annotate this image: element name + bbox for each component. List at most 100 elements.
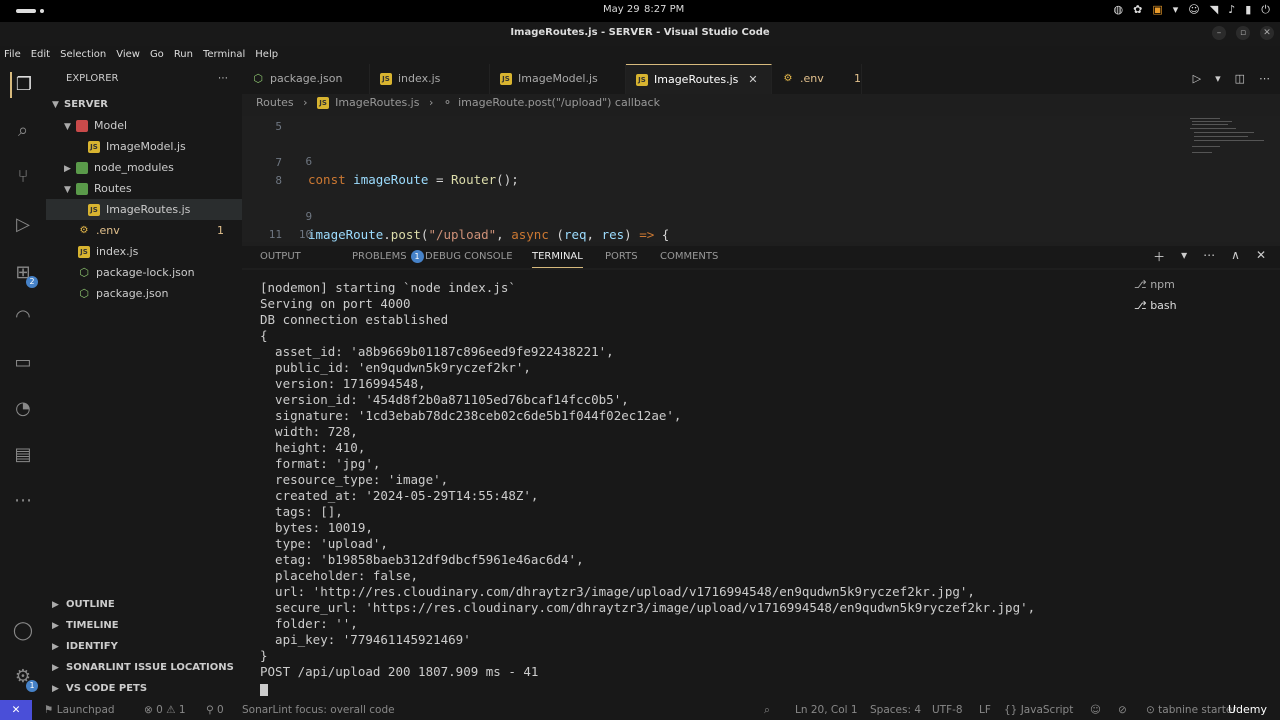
accounts-icon[interactable]: ◯ [10,618,36,644]
run-file-icon[interactable]: ▷ [1193,72,1201,85]
tab-debug-console[interactable]: DEBUG CONSOLE [425,246,513,268]
search-icon[interactable]: ⌕ [10,118,36,144]
tree-folder-node-modules[interactable]: ▶ node_modules [46,157,242,178]
tree-file-env[interactable]: ⚙ .env 1 [46,220,242,241]
breadcrumb-symbol[interactable]: imageRoute.post("/upload") callback [458,96,660,109]
terminal-line: height: 410, [260,440,366,455]
copilot-icon[interactable]: ☺ [1090,700,1101,720]
npm-file-icon: ⬡ [253,72,263,85]
section-pets[interactable]: ▶ VS CODE PETS [46,678,242,699]
source-control-icon[interactable]: ⑂ [10,164,36,190]
manage-gear-icon[interactable]: ⚙ 1 [10,664,38,692]
run-debug-icon[interactable]: ▷ [10,212,36,238]
battery-icon[interactable]: ▮ [1245,3,1251,17]
tab-terminal[interactable]: TERMINAL [532,246,583,268]
maximize-button[interactable]: ▫ [1236,26,1250,40]
tree-file-package[interactable]: ⬡ package.json [46,283,242,304]
dropdown-icon[interactable]: ▾ [1173,3,1179,17]
close-panel-icon[interactable]: ✕ [1256,248,1266,265]
extensions-icon[interactable]: ⊞ 2 [10,260,38,288]
app-icon[interactable]: ✿ [1133,3,1142,17]
explorer-icon[interactable]: ❐ [10,72,36,98]
tree-folder-model[interactable]: ▼ Model [46,115,242,136]
tab-imagemodel-js[interactable]: JS ImageModel.js [490,64,626,94]
workspace-root[interactable]: ▼ SERVER [46,94,242,115]
section-sonarlint[interactable]: ▶ SONARLINT ISSUE LOCATIONS [46,657,242,678]
explorer-more-icon[interactable]: ⋯ [218,64,228,94]
problems-status[interactable]: ⊗ 0 ⚠ 1 [144,700,186,720]
workspace-indicator[interactable] [16,9,36,13]
tab-comments[interactable]: COMMENTS [660,246,718,268]
tabnine-status[interactable]: ⊙ tabnine starter [1146,700,1237,720]
editor-more-icon[interactable]: ⋯ [1259,72,1270,85]
terminal-item-bash[interactable]: ⎇ bash [1122,295,1280,316]
close-tab-icon[interactable]: ✕ [748,73,757,86]
new-terminal-icon[interactable]: ＋ [1153,248,1165,265]
terminal-output[interactable]: [nodemon] starting `node index.js` Servi… [242,270,1122,700]
indentation[interactable]: Spaces: 4 [870,700,921,720]
end-of-line[interactable]: LF [979,700,991,720]
tab-ports[interactable]: PORTS [605,246,638,268]
terminal-line: url: 'http://res.cloudinary.com/dhraytzr… [260,584,975,599]
terminal-item-npm[interactable]: ⎇ npm [1122,274,1280,295]
menu-view[interactable]: View [116,46,140,64]
accessibility-icon[interactable]: ☺ [1188,3,1199,17]
breadcrumb-folder[interactable]: Routes [256,96,294,109]
run-dropdown-icon[interactable]: ▾ [1215,72,1221,85]
menu-run[interactable]: Run [174,46,193,64]
split-editor-icon[interactable]: ◫ [1235,72,1245,85]
testing-icon[interactable]: ▭ [10,350,36,376]
remote-explorer-icon[interactable]: ◠ [10,304,36,330]
tab-index-js[interactable]: JS index.js [370,64,490,94]
system-time[interactable]: 8:27 PM [644,4,684,15]
breadcrumb-file[interactable]: ImageRoutes.js [335,96,419,109]
panel-more-icon[interactable]: ⋯ [1203,248,1215,265]
more-views-icon[interactable]: ⋯ [10,488,36,514]
section-outline[interactable]: ▶ OUTLINE [46,594,242,615]
tab-imageroutes-js[interactable]: JS ImageRoutes.js ✕ [626,64,772,94]
wifi-icon[interactable]: ◥ [1210,3,1218,17]
tree-file-index[interactable]: JS index.js [46,241,242,262]
close-window-button[interactable]: ✕ [1260,26,1274,40]
launchpad-item[interactable]: ⚑ Launchpad [44,700,115,720]
git-graph-icon[interactable]: ◔ [10,396,36,422]
terminal-dropdown-icon[interactable]: ▾ [1181,248,1187,265]
cursor-position[interactable]: Ln 20, Col 1 [795,700,858,720]
minimap[interactable] [1190,116,1270,176]
zoom-icon[interactable]: ⌕ [764,700,770,720]
tab-package-json[interactable]: ⬡ package.json [242,64,370,94]
menu-go[interactable]: Go [150,46,164,64]
recording-icon[interactable]: ▣ [1152,3,1162,17]
terminal-line: etag: 'b19858baeb312df9dbcf5961e46ac6d4'… [260,552,584,567]
tree-folder-routes[interactable]: ▼ Routes [46,178,242,199]
volume-icon[interactable]: ♪ [1228,3,1235,17]
sonarlint-status[interactable]: SonarLint focus: overall code [242,700,395,720]
section-identify[interactable]: ▶ IDENTIFY [46,636,242,657]
tab-output[interactable]: OUTPUT [260,246,301,268]
browser-icon[interactable]: ◍ [1114,3,1124,17]
docker-icon[interactable]: ▤ [10,442,36,468]
tab-env[interactable]: ⚙ .env 1 [772,64,862,94]
tree-file-imagemodel[interactable]: JS ImageModel.js [46,136,242,157]
section-timeline[interactable]: ▶ TIMELINE [46,615,242,636]
code-editor[interactable]: 5 6 const imageRoute = Router(); 7 8 9 i… [242,116,1280,242]
tab-problems[interactable]: PROBLEMS 1 [352,246,424,268]
menu-selection[interactable]: Selection [60,46,106,64]
menu-terminal[interactable]: Terminal [203,46,245,64]
remote-indicator-icon[interactable]: ✕ [0,700,32,720]
ports-status[interactable]: ⚲ 0 [206,700,224,720]
encoding[interactable]: UTF-8 [932,700,963,720]
notifications-off-icon[interactable]: ⊘ [1118,700,1127,720]
menu-help[interactable]: Help [255,46,278,64]
tree-file-package-lock[interactable]: ⬡ package-lock.json [46,262,242,283]
menu-edit[interactable]: Edit [31,46,50,64]
workspace-dot[interactable] [40,9,44,13]
minimize-button[interactable]: – [1212,26,1226,40]
language-mode[interactable]: {} JavaScript [1004,700,1073,720]
menu-file[interactable]: File [4,46,21,64]
system-date[interactable]: May 29 [603,4,640,15]
editor-tabs: ⬡ package.json JS index.js JS ImageModel.js… [242,64,1280,94]
power-icon[interactable]: ⏻ [1261,3,1270,17]
maximize-panel-icon[interactable]: ∧ [1231,248,1240,265]
tree-file-imageroutes[interactable]: JS ImageRoutes.js [46,199,242,220]
